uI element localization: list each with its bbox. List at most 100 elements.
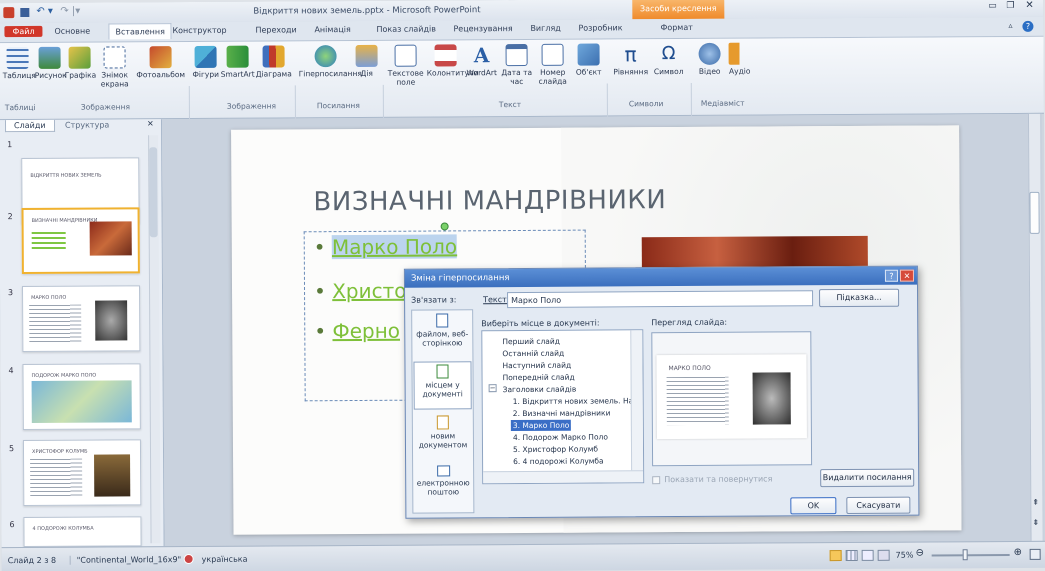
tab-view[interactable]: Вигляд <box>530 24 560 33</box>
tab-developer[interactable]: Розробник <box>578 23 622 32</box>
tab-slides[interactable]: Слайди <box>4 119 55 133</box>
show-return-checkbox[interactable] <box>652 476 661 485</box>
chart-button[interactable]: Діаграма <box>256 45 292 79</box>
slide-thumbnail[interactable]: ХРИСТОФОР КОЛУМБ <box>22 439 142 507</box>
picture-button[interactable]: Рисунок <box>35 46 67 80</box>
ok-button[interactable]: OK <box>790 497 837 515</box>
tree-item[interactable]: Наступний слайд <box>502 361 571 370</box>
zoom-slider[interactable] <box>931 554 1010 557</box>
tree-slide[interactable]: 4. Подорож Марко Поло <box>513 432 608 442</box>
normal-view-icon[interactable] <box>829 550 842 562</box>
symbol-button[interactable]: Ω Символ <box>651 43 687 76</box>
nav-file-web[interactable]: файлом, веб-сторінкою <box>413 313 471 359</box>
slide-thumbnail-selected[interactable]: ВИЗНАЧНІ МАНДРІВНИКИ <box>21 207 140 275</box>
save-icon[interactable] <box>20 7 30 18</box>
tree-group[interactable]: Заголовки слайдів <box>503 385 577 394</box>
slide-thumbnail[interactable]: МАРКО ПОЛО <box>21 285 141 353</box>
tree-slide[interactable]: 1. Відкриття нових земель. На <box>513 396 634 406</box>
document-tree[interactable]: Перший слайд Останній слайд Наступний сл… <box>481 329 645 485</box>
tab-format[interactable]: Формат <box>660 23 693 32</box>
smartart-button[interactable]: SmartArt <box>221 45 255 79</box>
slide-thumbnail[interactable]: ПОДОРОЖ МАРКО ПОЛО <box>22 363 141 431</box>
reading-view-icon[interactable] <box>861 549 874 561</box>
tab-slideshow[interactable]: Показ слайдів <box>376 25 436 34</box>
tab-transitions[interactable]: Переходи <box>255 25 296 34</box>
album-button[interactable]: Фотоальбом <box>136 46 186 79</box>
nav-new-document[interactable]: новим документом <box>414 415 472 459</box>
restore-icon[interactable]: ❐ <box>1006 1 1014 11</box>
tree-slide[interactable]: 2. Визначні мандрівники <box>513 408 611 418</box>
audio-button[interactable]: Аудіо <box>725 42 755 76</box>
tree-hscrollbar[interactable] <box>483 470 644 484</box>
zoom-level[interactable]: 75% <box>896 551 914 560</box>
prev-slide-icon[interactable]: ⇞ <box>1032 498 1039 507</box>
datetime-button[interactable]: Дата та час <box>501 43 533 86</box>
object-button[interactable]: Об'єкт <box>573 43 605 77</box>
slide-thumbnail[interactable]: 4 ПОДОРОЖІ КОЛУМБА <box>23 516 142 548</box>
language[interactable]: українська <box>202 555 248 564</box>
next-slide-icon[interactable]: ⇟ <box>1032 518 1039 527</box>
shapes-button[interactable]: Фігури <box>192 45 220 79</box>
rotate-handle[interactable] <box>440 222 449 231</box>
hyperlink-text[interactable]: Христо <box>332 279 406 303</box>
wordart-button[interactable]: A WordArt <box>465 43 499 77</box>
tab-design[interactable]: Конструктор <box>172 26 226 35</box>
nav-place-in-document[interactable]: місцем у документі <box>413 361 472 410</box>
tree-scrollbar[interactable] <box>630 330 644 471</box>
action-button[interactable]: Дія <box>355 44 379 78</box>
dialog-help-icon[interactable]: ? <box>884 269 898 282</box>
equation-button[interactable]: π Рівняння <box>611 42 651 76</box>
bullet-2[interactable]: • Христо <box>314 279 407 304</box>
tree-slide[interactable]: 6. 4 подорожі Колумба <box>513 456 604 466</box>
bullet-1[interactable]: • Марко Поло <box>314 234 458 260</box>
tab-review[interactable]: Рецензування <box>453 24 512 33</box>
nav-email[interactable]: електронною поштою <box>414 465 472 509</box>
textbox-button[interactable]: Текстове поле <box>387 44 425 87</box>
help-icon[interactable]: ? <box>1022 20 1034 32</box>
table-button[interactable]: Таблиця <box>3 46 36 80</box>
tree-item[interactable]: Перший слайд <box>502 337 560 346</box>
clipart-button[interactable]: Графіка <box>65 46 96 80</box>
tree-slide[interactable]: 5. Христофор Колумб <box>513 445 598 455</box>
tab-outline[interactable]: Структура <box>65 121 109 130</box>
cancel-button[interactable]: Скасувати <box>846 496 911 515</box>
zoom-slider-thumb[interactable] <box>962 549 968 561</box>
hyperlink-text[interactable]: Ферно <box>332 319 400 343</box>
sorter-view-icon[interactable] <box>845 549 858 562</box>
scroll-thumb[interactable] <box>1029 191 1040 234</box>
minimize-ribbon-icon[interactable]: ▵ <box>1008 21 1012 30</box>
close-pane-icon[interactable]: ✕ <box>147 119 154 128</box>
vertical-scrollbar[interactable] <box>1027 113 1043 541</box>
hyperlink-button[interactable]: Гіперпосилання <box>299 45 362 78</box>
tree-slide-selected[interactable]: 3. Марко Поло <box>510 419 572 432</box>
bullet-3[interactable]: • Ферно <box>314 319 400 344</box>
hyperlink-text-selected[interactable]: Марко Поло <box>331 234 458 260</box>
slideshow-view-icon[interactable] <box>877 549 890 561</box>
spellcheck-icon[interactable] <box>183 553 194 565</box>
collapse-icon[interactable]: − <box>488 384 497 393</box>
tree-item[interactable]: Попередній слайд <box>503 373 575 382</box>
fit-window-icon[interactable] <box>1029 548 1041 560</box>
tab-file[interactable]: Файл <box>4 25 43 38</box>
zoom-in-icon[interactable]: ⊕ <box>1014 547 1022 558</box>
zoom-out-icon[interactable]: ⊖ <box>916 548 924 559</box>
tab-insert[interactable]: Вставлення <box>108 23 172 40</box>
close-icon[interactable]: ✕ <box>1025 0 1033 11</box>
header-footer-button[interactable]: Колонтитули <box>427 44 479 78</box>
tab-home[interactable]: Основне <box>54 27 90 36</box>
minimize-icon[interactable]: ▭ <box>988 1 997 11</box>
text-to-display-input[interactable]: Марко Поло <box>507 290 814 309</box>
dialog-close-icon[interactable]: ✕ <box>899 269 914 282</box>
screentip-button[interactable]: Підказка... <box>819 288 900 308</box>
pane-scroll-thumb[interactable] <box>149 147 158 238</box>
tree-item[interactable]: Останній слайд <box>502 349 564 358</box>
redo-icon[interactable]: ↷ |▾ <box>60 6 80 17</box>
remove-link-button[interactable]: Видалити посилання <box>820 468 915 488</box>
slide-title[interactable]: ВИЗНАЧНІ МАНДРІВНИКИ <box>313 185 666 217</box>
undo-icon[interactable]: ↶ ▾ <box>36 6 53 17</box>
screenshot-button[interactable]: Знімок екрана <box>97 46 133 89</box>
tab-animation[interactable]: Анімація <box>314 25 350 34</box>
app-icon[interactable] <box>3 7 15 19</box>
slide-number-button[interactable]: Номер слайда <box>535 43 571 86</box>
video-button[interactable]: Відео <box>695 42 725 76</box>
